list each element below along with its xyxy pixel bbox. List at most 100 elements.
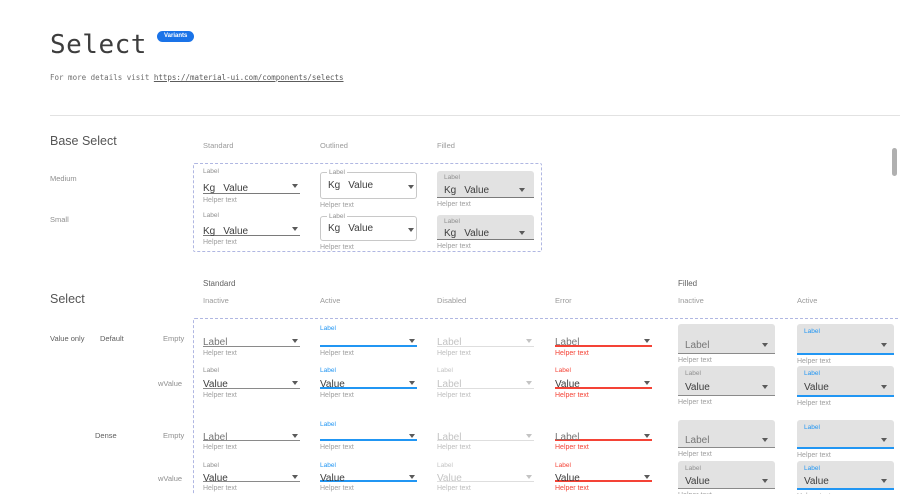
select-dense-standard-inactive-wvalue[interactable]: Label Value Helper text (203, 461, 300, 492)
select-dense-filled-inactive-wvalue[interactable]: Label Value Helper text (678, 461, 775, 494)
select-dense-standard-error-empty[interactable]: Label Helper text (555, 420, 652, 451)
state-header-filled-inactive: Inactive (678, 296, 704, 305)
helper-text: Helper text (555, 392, 652, 399)
column-header-filled: Filled (437, 141, 455, 150)
select-floating-label (555, 324, 652, 334)
select-filled-active-wvalue[interactable]: Label Value Helper text (797, 366, 894, 407)
select-value: Value (685, 382, 710, 393)
scrollbar-thumb[interactable] (892, 148, 897, 176)
dropdown-arrow-icon (292, 434, 298, 438)
select-standard-disabled-wvalue: Label Label Helper text (437, 366, 534, 399)
dropdown-arrow-icon (292, 227, 298, 231)
select-filled-active-empty[interactable]: Label Helper text (797, 324, 894, 365)
select-floating-label: Label (320, 461, 417, 471)
state-header-active: Active (320, 296, 340, 305)
material-ui-link[interactable]: https://material-ui.com/components/selec… (154, 73, 344, 82)
select-filled-inactive-wvalue[interactable]: Label Value Helper text (678, 366, 775, 406)
column-header-standard: Standard (203, 141, 233, 150)
helper-text: Helper text (437, 201, 534, 208)
select-value: Value (685, 476, 710, 487)
select-floating-label: Label (804, 369, 887, 379)
dropdown-arrow-icon (644, 434, 650, 438)
dropdown-arrow-icon (881, 479, 887, 483)
helper-text: Helper text (320, 350, 417, 357)
select-standard-error-empty[interactable]: Label Helper text (555, 324, 652, 357)
select-standard-active-empty[interactable]: Label Helper text (320, 324, 417, 357)
helper-text: Helper text (555, 350, 652, 357)
select-standard-error-wvalue[interactable]: Label Value Helper text (555, 366, 652, 399)
select-floating-label: Label (804, 327, 887, 337)
select-floating-label (685, 327, 768, 337)
select-dense-standard-inactive-empty[interactable]: Label Helper text (203, 420, 300, 451)
select-value: Label (437, 432, 461, 443)
select-value: Value (203, 473, 228, 484)
helper-text: Helper text (797, 400, 894, 407)
dropdown-arrow-icon (881, 385, 887, 389)
helper-text: Helper text (203, 444, 300, 451)
select-value: Label (437, 337, 461, 348)
select-value: Value (320, 379, 345, 390)
select-floating-label: Label (555, 366, 652, 376)
helper-text: Helper text (437, 392, 534, 399)
helper-text: Helper text (437, 243, 534, 250)
helper-text: Helper text (797, 358, 894, 365)
dropdown-arrow-icon (762, 438, 768, 442)
select-floating-label (437, 324, 534, 334)
helper-text: Helper text (203, 197, 300, 204)
select-value: Label (437, 379, 461, 390)
helper-text: Helper text (320, 244, 417, 251)
select-dense-standard-active-empty[interactable]: Label Helper text (320, 420, 417, 451)
select-floating-label (203, 420, 300, 430)
base-select-heading: Base Select (50, 134, 117, 148)
dropdown-arrow-icon (409, 339, 415, 343)
select-value: Label (685, 340, 709, 351)
select-floating-label (437, 420, 534, 430)
state-header-error: Error (555, 296, 572, 305)
select-value: Value (804, 382, 829, 393)
select-value: Value (437, 473, 462, 484)
row-label-small: Small (50, 215, 69, 224)
base-select-outlined-small[interactable]: Label KgValue Helper text (320, 211, 417, 251)
select-standard-active-wvalue[interactable]: Label Value Helper text (320, 366, 417, 399)
select-dense-filled-inactive-empty[interactable]: Label Helper text (678, 420, 775, 458)
helper-text: Helper text (797, 452, 894, 459)
base-select-filled-small[interactable]: Label KgValue Helper text (437, 211, 534, 250)
select-standard-inactive-empty[interactable]: Label Helper text (203, 324, 300, 357)
select-floating-label: Label (203, 461, 300, 471)
select-floating-label: Label (685, 369, 768, 379)
base-select-standard-small[interactable]: Label KgValue Helper text (203, 211, 300, 246)
helper-text: Helper text (320, 485, 417, 492)
helper-text: Helper text (678, 451, 775, 458)
select-dense-standard-error-wvalue[interactable]: Label Value Helper text (555, 461, 652, 492)
select-showcase-page: Select Variants For more details visit h… (0, 0, 900, 494)
dropdown-arrow-icon (644, 381, 650, 385)
select-standard-disabled-empty: Label Helper text (437, 324, 534, 357)
row-label-wvalue-dense: wValue (158, 474, 182, 483)
select-value: Value (464, 228, 489, 239)
select-label: Label (327, 213, 347, 221)
select-filled-inactive-empty[interactable]: Label Helper text (678, 324, 775, 364)
base-select-standard-medium[interactable]: Label KgValue Helper text (203, 167, 300, 204)
row-label-default: Default (100, 334, 124, 343)
select-floating-label: Label (437, 366, 534, 376)
helper-text: Helper text (678, 399, 775, 406)
select-floating-label: Label (320, 366, 417, 376)
row-label-wvalue-default: wValue (158, 379, 182, 388)
helper-text: Helper text (203, 485, 300, 492)
select-floating-label: Label (320, 324, 417, 334)
select-label: Label (203, 167, 300, 177)
helper-text: Helper text (555, 485, 652, 492)
base-select-filled-medium[interactable]: Label KgValue Helper text (437, 167, 534, 208)
select-value: Value (348, 180, 373, 191)
select-dense-filled-active-wvalue[interactable]: Label Value Helper text (797, 461, 894, 494)
select-standard-inactive-wvalue[interactable]: Label Value Helper text (203, 366, 300, 399)
select-value: Label (203, 337, 227, 348)
select-value: Label (555, 337, 579, 348)
select-dense-filled-active-empty[interactable]: Label Helper text (797, 420, 894, 459)
select-value: Value (804, 476, 829, 487)
helper-text: Helper text (437, 350, 534, 357)
select-dense-standard-active-wvalue[interactable]: Label Value Helper text (320, 461, 417, 492)
base-select-outlined-medium[interactable]: Label KgValue Helper text (320, 167, 417, 209)
dropdown-arrow-icon (881, 438, 887, 442)
page-title: Select (50, 30, 147, 60)
